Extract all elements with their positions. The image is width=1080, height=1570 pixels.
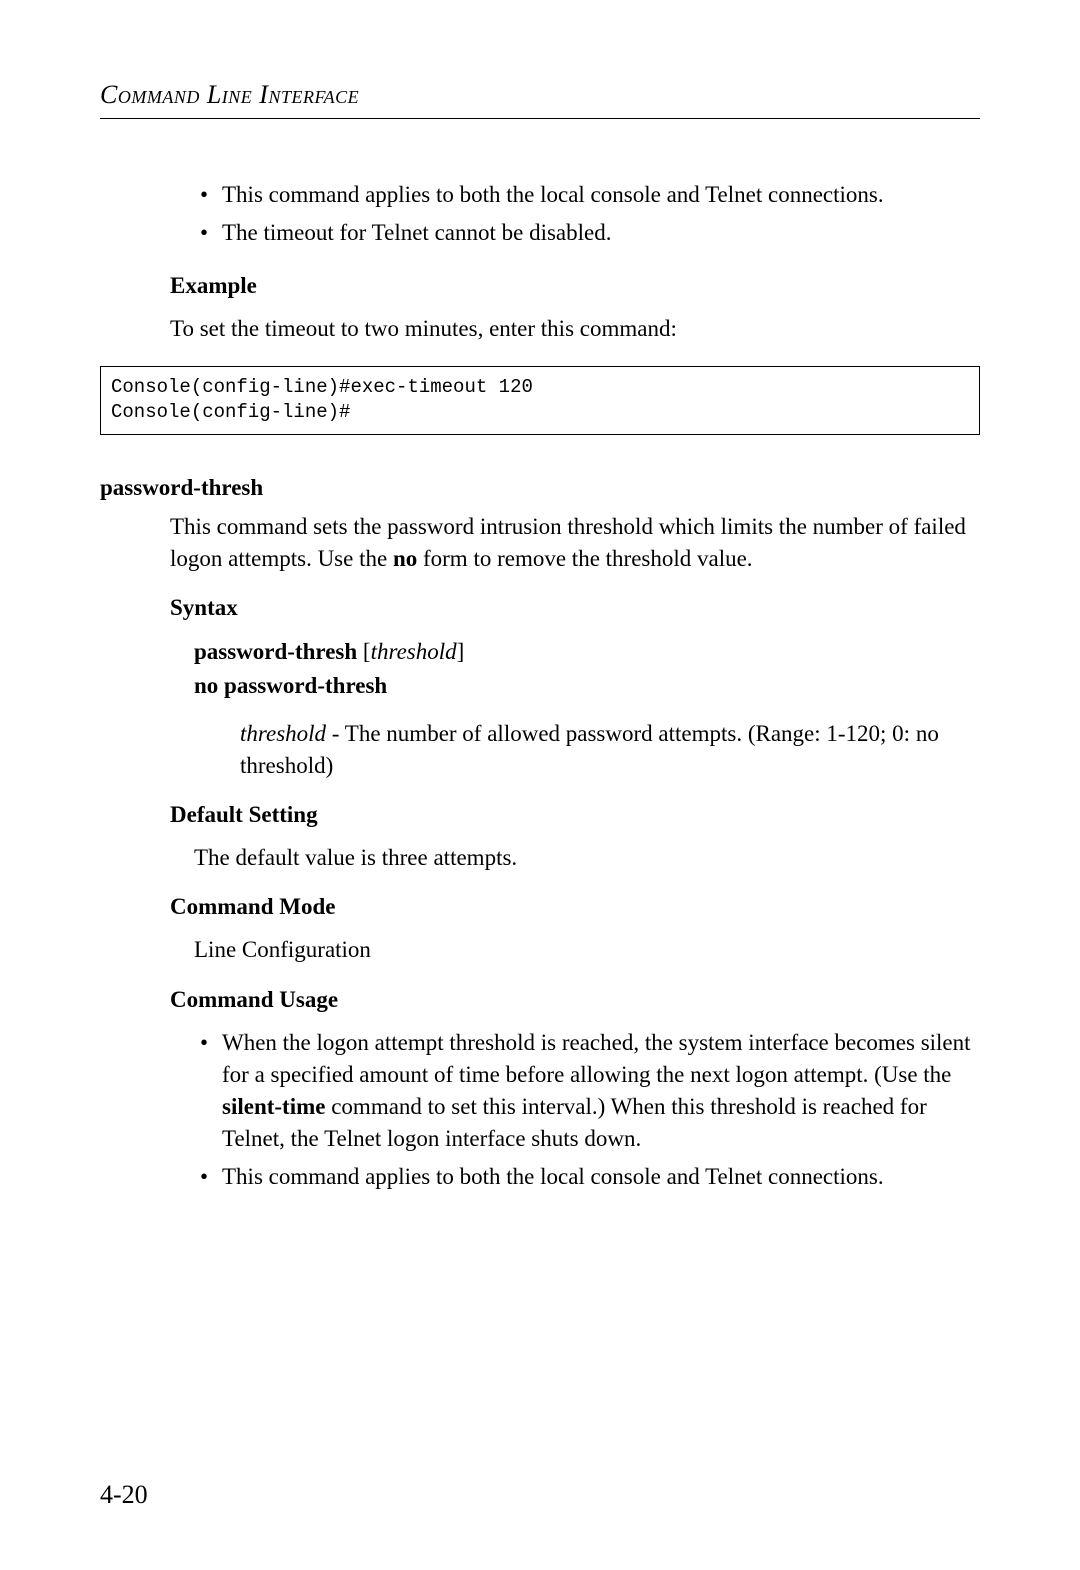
page-body: This command applies to both the local c… [100,179,980,1194]
list-item: The timeout for Telnet cannot be disable… [200,217,980,249]
command-description: This command sets the password intrusion… [170,511,980,575]
header-rule [100,118,980,119]
command-name-heading: password-thresh [100,475,980,501]
syntax-heading: Syntax [170,595,980,621]
page-header-title: Command Line Interface [100,80,980,110]
syntax-line: password-thresh [threshold] [194,635,980,668]
top-bullet-list: This command applies to both the local c… [170,179,980,249]
usage-bullet-list: When the logon attempt threshold is reac… [170,1027,980,1194]
list-item: This command applies to both the local c… [200,1161,980,1193]
text-fragment: ] [457,639,465,664]
syntax-command: password-thresh [194,639,357,664]
code-block: Console(config-line)#exec-timeout 120 Co… [100,366,980,435]
example-intro: To set the timeout to two minutes, enter… [170,313,980,345]
text-fragment: [ [357,639,370,664]
command-mode-text: Line Configuration [170,934,980,966]
text-bold: no [393,546,417,571]
syntax-command: no password-thresh [194,673,387,698]
syntax-block: password-thresh [threshold] no password-… [170,635,980,782]
syntax-param: threshold [371,639,457,664]
syntax-line: no password-thresh [194,669,980,702]
text-bold: silent-time [222,1094,325,1119]
text-fragment: When the logon attempt threshold is reac… [222,1030,971,1087]
param-text: - The number of allowed password attempt… [240,721,939,778]
text-fragment: command to set this interval.) When this… [222,1094,927,1151]
param-description: threshold - The number of allowed passwo… [194,718,980,782]
list-item: When the logon attempt threshold is reac… [200,1027,980,1156]
default-setting-heading: Default Setting [170,802,980,828]
param-name: threshold [240,721,326,746]
command-usage-heading: Command Usage [170,987,980,1013]
page-number: 4-20 [100,1480,148,1510]
default-setting-text: The default value is three attempts. [170,842,980,874]
example-heading: Example [170,273,980,299]
text-fragment: form to remove the threshold value. [417,546,752,571]
list-item: This command applies to both the local c… [200,179,980,211]
command-mode-heading: Command Mode [170,894,980,920]
